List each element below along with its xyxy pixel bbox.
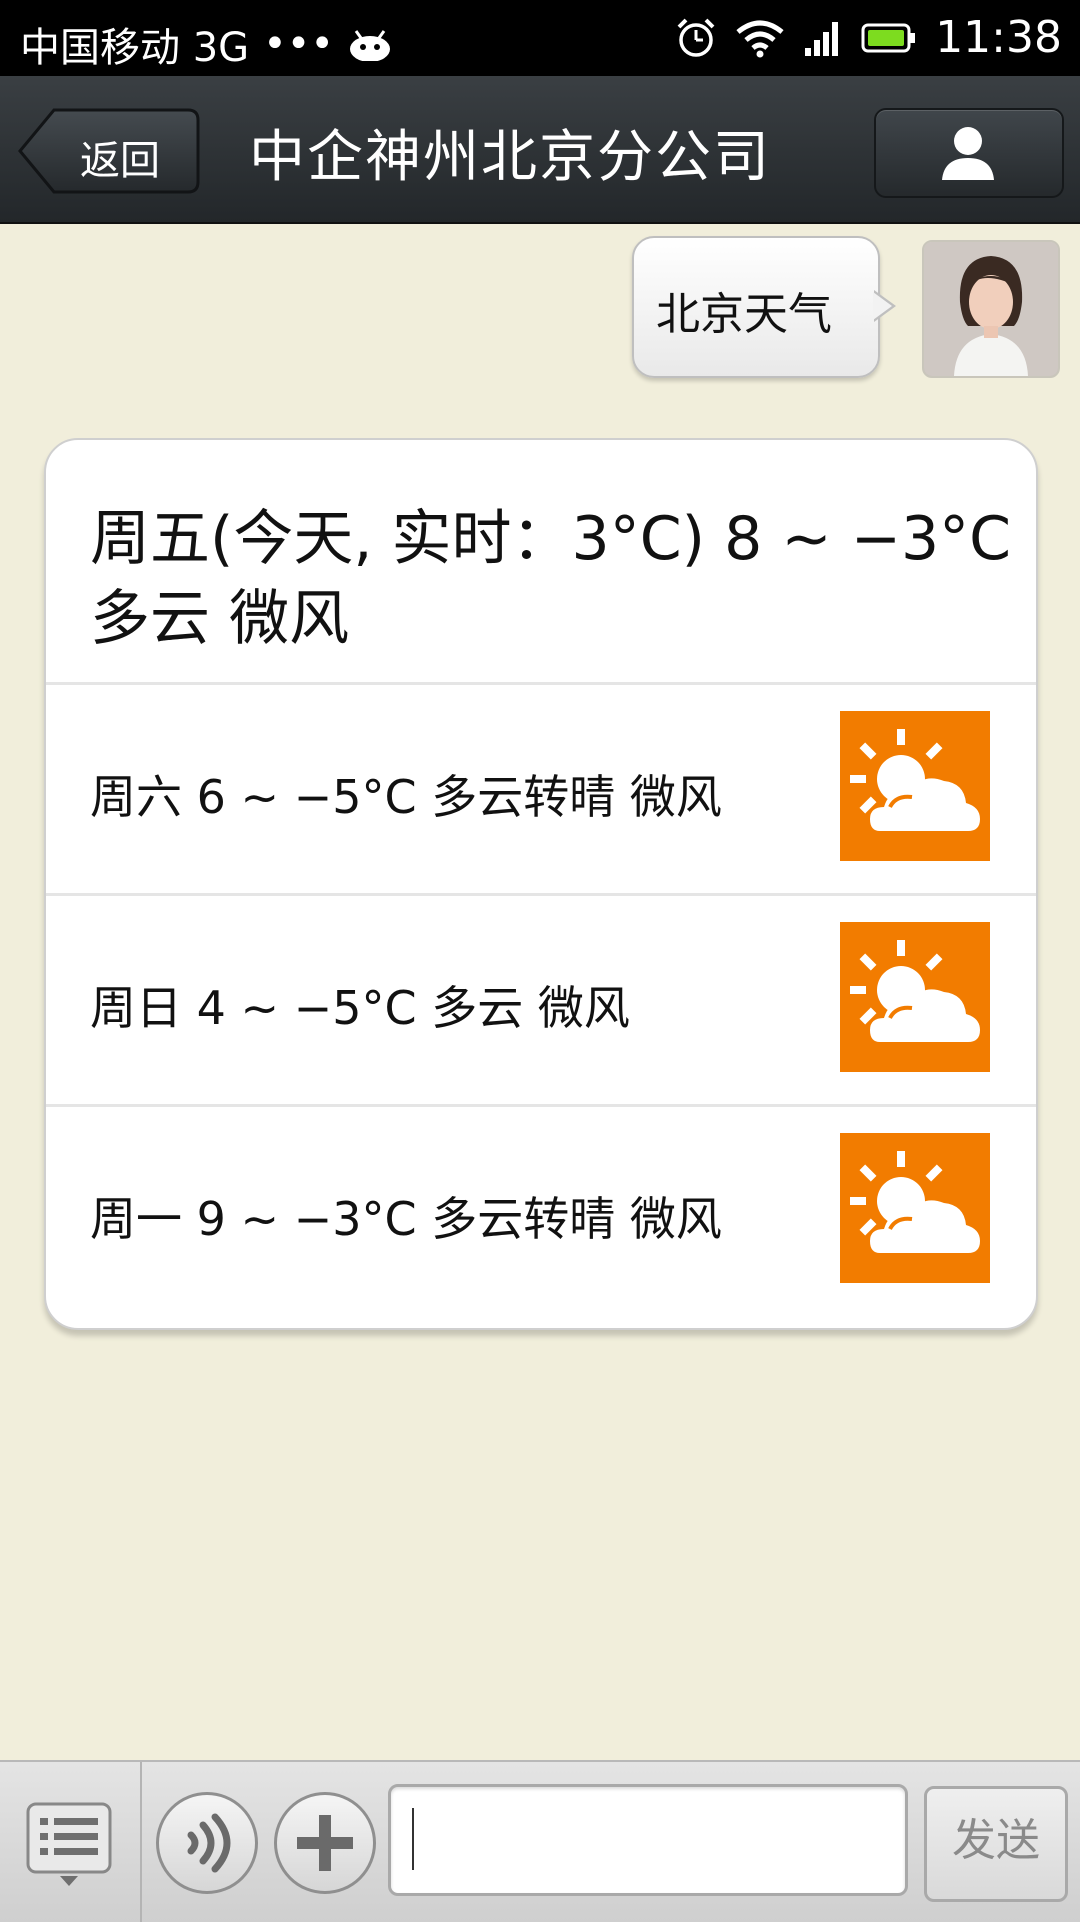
clock: 11:38 bbox=[935, 12, 1062, 63]
forecast-row[interactable]: 周一 9 ~ −3°C 多云转晴 微风 bbox=[46, 1107, 1036, 1315]
avatar[interactable] bbox=[922, 240, 1060, 378]
status-bar: 中国移动 3G ••• 11:38 bbox=[0, 0, 1080, 76]
weather-today[interactable]: 周五(今天, 实时：3°C) 8 ~ −3°C 多云 微风 bbox=[46, 440, 1036, 685]
forecast-text: 周六 6 ~ −5°C 多云转晴 微风 bbox=[90, 770, 722, 824]
wifi-icon bbox=[736, 20, 784, 57]
title-bar: 返回 中企神州北京分公司 bbox=[0, 76, 1080, 224]
today-summary: 周五(今天, 实时：3°C) 8 ~ −3°C bbox=[90, 504, 1012, 574]
carrier-label: 中国移动 3G bbox=[20, 25, 250, 71]
forecast-row[interactable]: 周日 4 ~ −5°C 多云 微风 bbox=[46, 896, 1036, 1107]
message-bubble[interactable]: 北京天气 bbox=[632, 236, 880, 378]
profile-button[interactable] bbox=[874, 108, 1064, 198]
plus-icon bbox=[297, 1815, 353, 1871]
bar-divider bbox=[140, 1762, 142, 1922]
page-title: 中企神州北京分公司 bbox=[249, 125, 771, 190]
forecast-row[interactable]: 周六 6 ~ −5°C 多云转晴 微风 bbox=[46, 685, 1036, 896]
partly-cloudy-icon bbox=[840, 1133, 990, 1283]
voice-icon bbox=[187, 1813, 231, 1873]
partly-cloudy-icon bbox=[840, 922, 990, 1072]
message-input[interactable] bbox=[388, 1784, 908, 1896]
battery-icon bbox=[861, 23, 916, 52]
voice-button[interactable] bbox=[156, 1792, 258, 1894]
add-button[interactable] bbox=[274, 1792, 376, 1894]
today-condition: 多云 微风 bbox=[90, 584, 350, 654]
input-bar: 发送 bbox=[0, 1760, 1080, 1922]
signal-icon bbox=[805, 21, 839, 56]
weather-card[interactable]: 周五(今天, 实时：3°C) 8 ~ −3°C 多云 微风 周六 6 ~ −5°… bbox=[44, 438, 1038, 1330]
avatar-portrait bbox=[924, 242, 1058, 376]
text-caret bbox=[412, 1808, 414, 1870]
alarm-icon bbox=[677, 18, 715, 57]
menu-list-icon bbox=[26, 1802, 112, 1886]
menu-toggle-button[interactable] bbox=[26, 1802, 112, 1886]
person-icon bbox=[942, 127, 994, 180]
forecast-text: 周日 4 ~ −5°C 多云 微风 bbox=[90, 981, 630, 1035]
send-button[interactable]: 发送 bbox=[924, 1786, 1068, 1902]
partly-cloudy-icon bbox=[840, 711, 990, 861]
back-button[interactable]: 返回 bbox=[18, 108, 200, 194]
notification-dots: ••• bbox=[263, 21, 334, 67]
bubble-tail-inner bbox=[873, 292, 892, 320]
forecast-text: 周一 9 ~ −3°C 多云转晴 微风 bbox=[90, 1192, 722, 1246]
android-icon bbox=[349, 30, 390, 61]
message-text: 北京天气 bbox=[656, 289, 832, 340]
back-label: 返回 bbox=[80, 138, 160, 184]
